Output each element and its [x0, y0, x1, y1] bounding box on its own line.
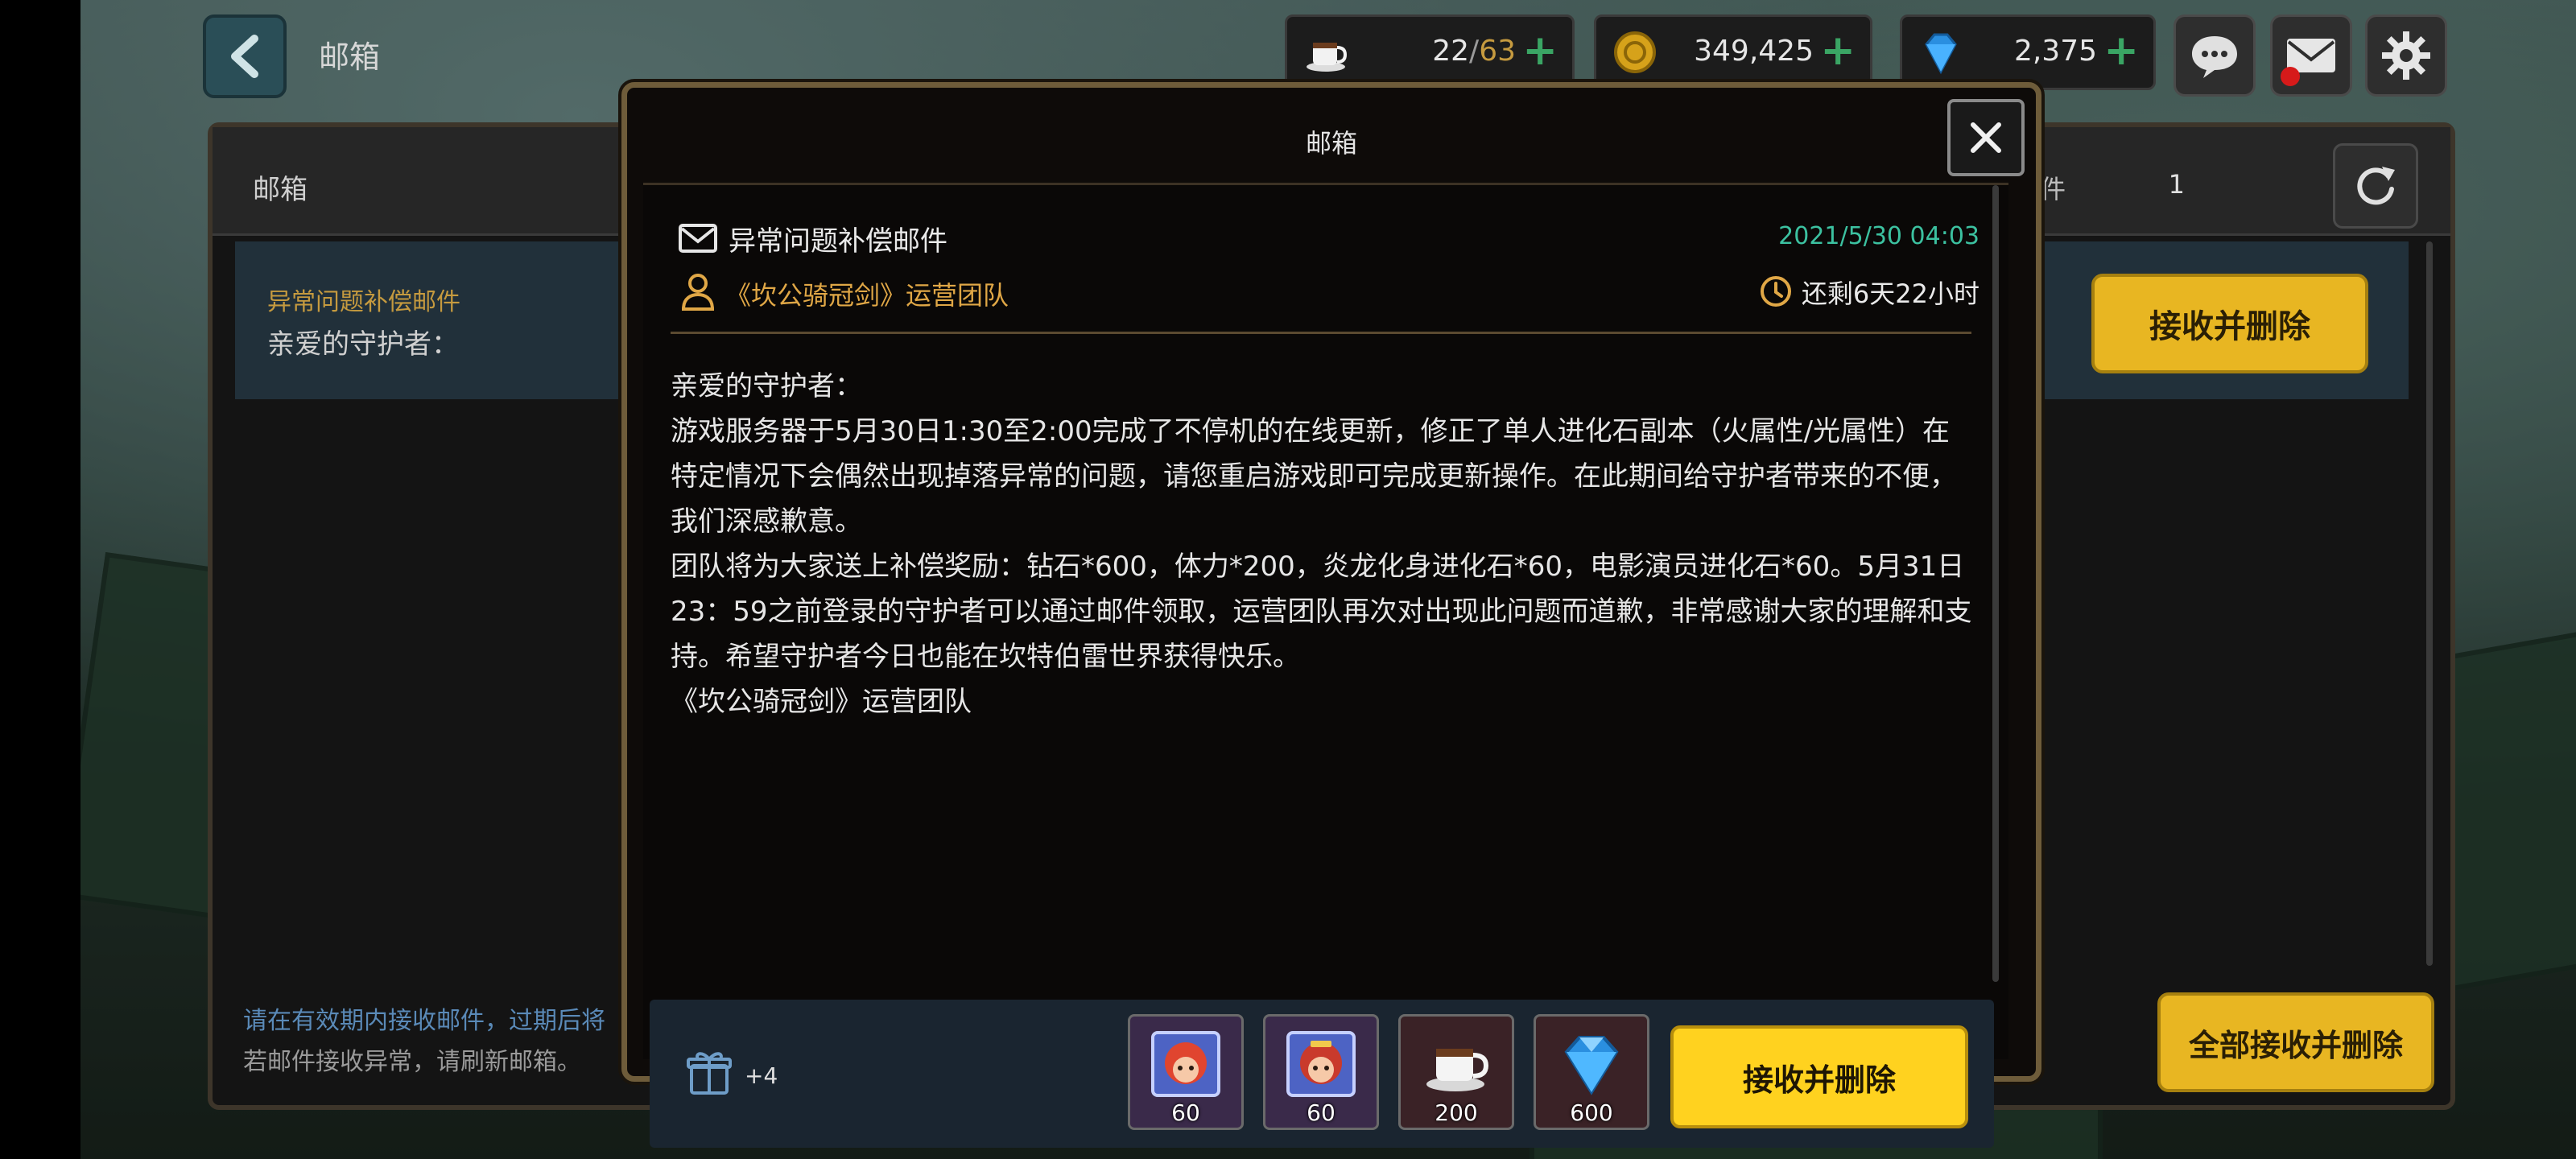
mail-paragraph: 《坎公骑冠剑》运营团队 [671, 686, 972, 718]
mail-item-subject: 异常问题补偿邮件 [267, 288, 460, 316]
settings-button[interactable] [2365, 14, 2447, 97]
panel-title: 邮箱 [253, 174, 308, 206]
reward-item[interactable]: 600 [1534, 1014, 1649, 1130]
reward-count: 60 [1171, 1099, 1200, 1126]
dialog-title: 邮箱 [1305, 128, 1357, 159]
footer-note-refresh: 若邮件接收异常，请刷新邮箱。 [243, 1048, 581, 1076]
list-receive-delete-button[interactable]: 接收并删除 [2091, 274, 2368, 373]
reward-count: 60 [1307, 1099, 1335, 1126]
mail-subject: 异常问题补偿邮件 [729, 225, 947, 258]
chat-bubble-icon [2192, 36, 2237, 78]
close-button[interactable] [1947, 99, 2025, 176]
notification-dot [2281, 67, 2300, 86]
mail-paragraph: 游戏服务器于5月30日1:30至2:00完成了不停机的在线更新，修正了单人进化石… [671, 415, 1957, 538]
refresh-button[interactable] [2333, 143, 2418, 229]
add-stamina-button[interactable]: + [1522, 28, 1558, 73]
person-icon [681, 274, 715, 311]
coffee-cup-icon [1307, 43, 1348, 72]
mail-detail-dialog: 邮箱 异常问题补偿邮件 2021/5/30 04:03 《坎公骑冠剑》运营团队 … [621, 82, 2041, 1148]
favorites-count: 1 [2168, 169, 2185, 200]
remaining-time: 还剩6天22小时 [1801, 278, 1979, 309]
add-gems-button[interactable]: + [2103, 28, 2139, 73]
footer-note-expiry: 请在有效期内接收邮件，过期后将 [243, 1007, 605, 1035]
back-button[interactable] [203, 14, 287, 98]
blue-diamond-icon [1925, 33, 1957, 75]
mail-content: 亲爱的守护者： 游戏服务器于5月30日1:30至2:00完成了不停机的在线更新，… [671, 364, 1975, 724]
reward-item[interactable]: 200 [1398, 1014, 1514, 1130]
page-title: 邮箱 [319, 39, 381, 75]
gold-resource: 349,425 + [1594, 14, 1872, 90]
gift-icon [687, 1052, 732, 1095]
coffee-cup-icon [1426, 1049, 1489, 1091]
gift-count: +4 [745, 1062, 778, 1089]
reward-count: 600 [1570, 1099, 1613, 1126]
mail-date: 2021/5/30 04:03 [1778, 222, 1979, 250]
stamina-current: 22 [1432, 35, 1470, 68]
list-scrollbar[interactable] [2426, 241, 2433, 966]
mail-button[interactable] [2270, 14, 2352, 97]
blue-diamond-icon [1564, 1036, 1619, 1095]
gold-coin-icon [1614, 31, 1656, 73]
add-gold-button[interactable]: + [1820, 28, 1856, 73]
gear-icon [2382, 31, 2430, 80]
mail-sender: 《坎公骑冠剑》运营团队 [725, 280, 1009, 311]
clock-icon [1760, 276, 1791, 307]
mail-paragraph: 团队将为大家送上补偿奖励：钻石*600，体力*200，炎龙化身进化石*60，电影… [671, 551, 1972, 673]
stamina-max: 63 [1479, 35, 1516, 68]
receive-delete-button[interactable]: 接收并删除 [1670, 1025, 1968, 1128]
chat-button[interactable] [2174, 14, 2256, 97]
hero-evolution-stone-icon [1286, 1031, 1356, 1097]
reward-count: 200 [1435, 1099, 1478, 1126]
mail-paragraph: 亲爱的守护者： [671, 370, 862, 402]
hero-evolution-stone-icon [1151, 1031, 1220, 1097]
stamina-resource: 22/63 + [1285, 14, 1575, 90]
reward-item[interactable]: 60 [1263, 1014, 1379, 1130]
dialog-body: 异常问题补偿邮件 2021/5/30 04:03 《坎公骑冠剑》运营团队 还剩6… [643, 183, 2008, 1148]
reward-item[interactable]: 60 [1128, 1014, 1244, 1130]
content-scrollbar[interactable] [1992, 185, 1999, 982]
close-icon [1971, 122, 2001, 153]
receive-all-delete-button[interactable]: 全部接收并删除 [2157, 992, 2434, 1092]
mail-item-preview: 亲爱的守护者： [267, 328, 459, 361]
gold-value: 349,425 [1694, 35, 1814, 68]
refresh-icon [2357, 167, 2395, 205]
stamina-value: 22/63 [1432, 35, 1516, 68]
divider [671, 332, 1971, 334]
envelope-icon [679, 224, 717, 253]
chevron-left-icon [231, 35, 258, 78]
gem-value: 2,375 [2013, 35, 2097, 68]
mail-expiry: 还剩6天22小时 [1760, 274, 1979, 311]
reward-bar: +4 60 60 200 600 接收并删除 [650, 1000, 1994, 1148]
gem-resource: 2,375 + [1900, 14, 2156, 90]
